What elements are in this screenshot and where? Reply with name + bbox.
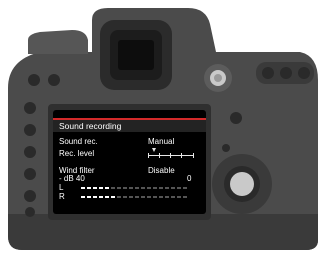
meter-segment [117,187,121,189]
meter-channel-l: L [59,183,64,192]
meter-channel-r: R [59,192,65,201]
rec-level-label: Rec. level [59,149,95,158]
lcd-screen: Sound recording Sound rec. Manual Rec. l… [53,110,206,214]
meter-segment [111,187,115,189]
meter-segment [93,187,97,189]
meter-segment [141,196,145,198]
meter-segment [159,187,163,189]
indicator-dot [222,144,230,152]
meter-segment [105,196,109,198]
meter-segment [93,196,97,198]
meter-segment [111,196,115,198]
meter-segment [177,196,181,198]
meter-segment [165,196,169,198]
slider-tick [170,153,171,158]
meter-segment [153,196,157,198]
multi-controller-icon[interactable] [212,154,272,214]
meter-segment [123,187,127,189]
menu-button[interactable] [28,74,40,86]
side-button-1[interactable] [24,102,36,114]
dial-icon[interactable] [204,64,232,92]
eyepiece-icon [100,20,172,90]
meter-segment [99,196,103,198]
slider-track [148,155,194,156]
meter-segment [159,196,163,198]
meter-segment [183,187,187,189]
side-button-2[interactable] [24,124,36,136]
meter-segment [117,196,121,198]
meter-segment [147,196,151,198]
meter-segment [165,187,169,189]
af-point-button[interactable] [298,67,310,79]
meter-segment [81,196,85,198]
side-button-6[interactable] [25,207,35,217]
meter-segment [177,187,181,189]
meter-segment [183,196,187,198]
meter-scale-left: - dB 40 [59,174,85,183]
side-button-3[interactable] [24,146,36,158]
slider-tick [159,153,160,158]
level-meter-l [81,187,191,189]
info-button[interactable] [48,74,60,86]
meter-segment [87,187,91,189]
slider-tick [148,153,149,158]
meter-segment [105,187,109,189]
level-meter-r [81,196,191,198]
meter-segment [129,196,133,198]
af-on-button[interactable] [262,67,274,79]
meter-scale-right: 0 [187,174,192,183]
meter-segment [171,196,175,198]
mode-dial-shoulder [28,30,88,54]
meter-segment [141,187,145,189]
meter-segment [147,187,151,189]
q-button[interactable] [230,112,242,124]
side-button-5[interactable] [24,190,36,202]
meter-segment [153,187,157,189]
slider-tick [193,153,194,158]
meter-segment [123,196,127,198]
sound-rec-label: Sound rec. [59,137,98,146]
rec-level-slider[interactable] [148,148,194,160]
meter-segment [171,187,175,189]
meter-segment [87,196,91,198]
sound-rec-value[interactable]: Manual [148,137,174,146]
meter-segment [81,187,85,189]
menu-title: Sound recording [53,118,206,132]
side-button-4[interactable] [24,168,36,180]
meter-segment [135,187,139,189]
slider-tick [181,153,182,158]
meter-segment [129,187,133,189]
meter-segment [135,196,139,198]
slider-knob[interactable] [152,148,157,152]
meter-segment [99,187,103,189]
wind-filter-value[interactable]: Disable [148,166,175,175]
ae-lock-button[interactable] [280,67,292,79]
